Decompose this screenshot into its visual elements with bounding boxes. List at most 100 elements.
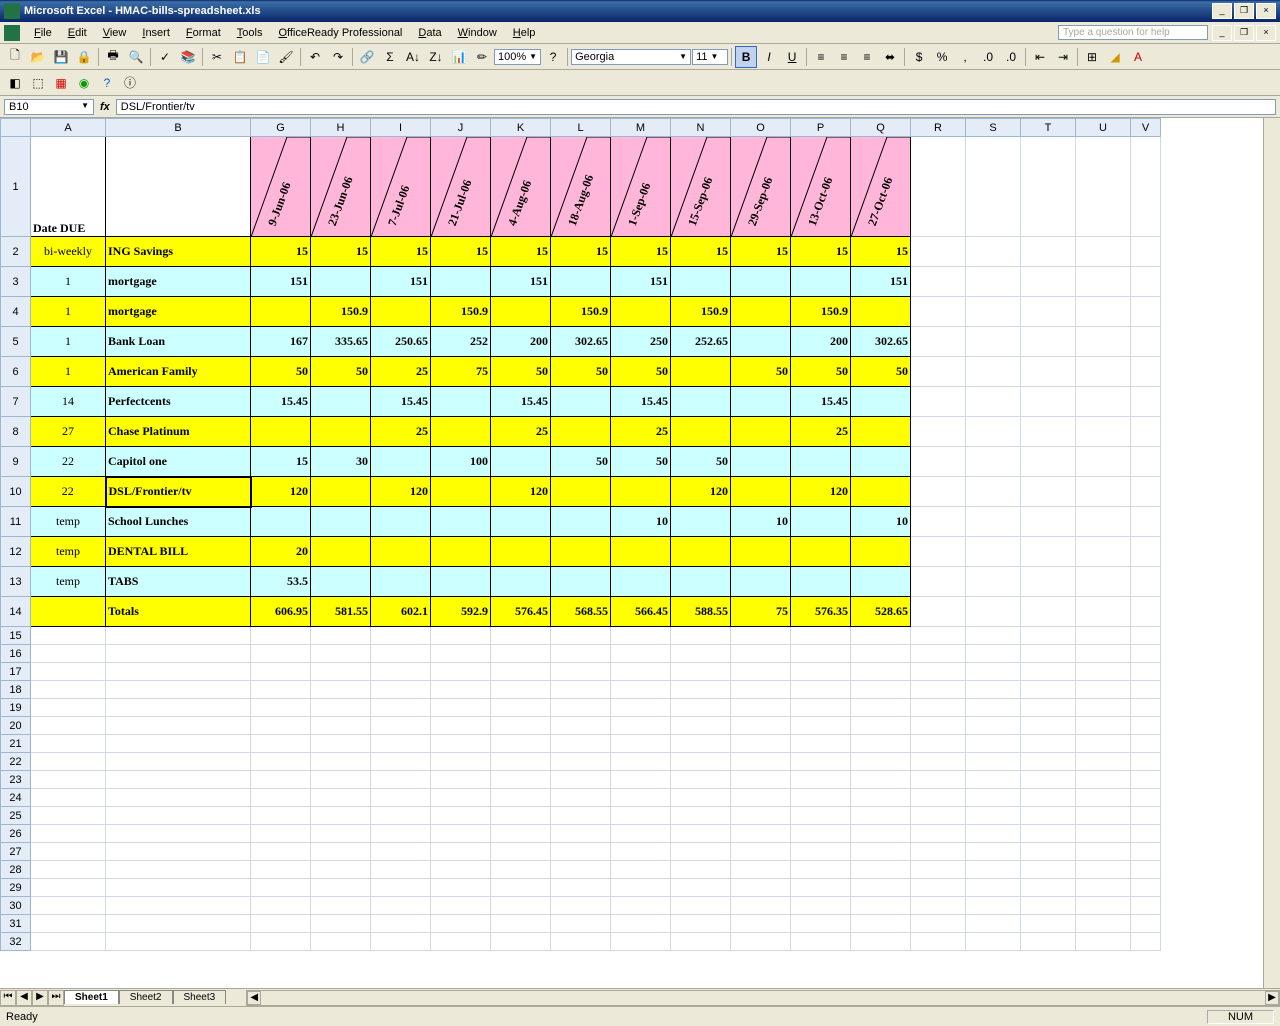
- cell-T32[interactable]: [1021, 933, 1076, 951]
- cell-J16[interactable]: [431, 645, 491, 663]
- cell-P25[interactable]: [791, 807, 851, 825]
- cell-J23[interactable]: [431, 771, 491, 789]
- cell-M21[interactable]: [611, 735, 671, 753]
- cell-S9[interactable]: [966, 447, 1021, 477]
- cell-P27[interactable]: [791, 843, 851, 861]
- row-header-1[interactable]: 1: [1, 137, 31, 237]
- cell-Q5[interactable]: 302.65: [851, 327, 911, 357]
- cell-R20[interactable]: [911, 717, 966, 735]
- cell-M24[interactable]: [611, 789, 671, 807]
- date-header-3[interactable]: 21-Jul-06: [431, 137, 491, 237]
- cell-I13[interactable]: [371, 567, 431, 597]
- row-header-22[interactable]: 22: [1, 753, 31, 771]
- cell-V14[interactable]: [1131, 597, 1161, 627]
- cell-M19[interactable]: [611, 699, 671, 717]
- cell-A28[interactable]: [31, 861, 106, 879]
- cell-J12[interactable]: [431, 537, 491, 567]
- col-header-S[interactable]: S: [966, 119, 1021, 137]
- cell-N14[interactable]: 588.55: [671, 597, 731, 627]
- tool-4[interactable]: ◉: [73, 72, 95, 94]
- cell-I8[interactable]: 25: [371, 417, 431, 447]
- cell-V32[interactable]: [1131, 933, 1161, 951]
- cell-P23[interactable]: [791, 771, 851, 789]
- cell-N24[interactable]: [671, 789, 731, 807]
- cell-Q23[interactable]: [851, 771, 911, 789]
- cell-U13[interactable]: [1076, 567, 1131, 597]
- cell-B12[interactable]: DENTAL BILL: [106, 537, 251, 567]
- cell-G6[interactable]: 50: [251, 357, 311, 387]
- percent-button[interactable]: %: [931, 46, 953, 68]
- cell-Q28[interactable]: [851, 861, 911, 879]
- cell-U28[interactable]: [1076, 861, 1131, 879]
- date-header-4[interactable]: 4-Aug-06: [491, 137, 551, 237]
- cell-J18[interactable]: [431, 681, 491, 699]
- cell-U21[interactable]: [1076, 735, 1131, 753]
- cell-Q15[interactable]: [851, 627, 911, 645]
- cell-O15[interactable]: [731, 627, 791, 645]
- cell-A7[interactable]: 14: [31, 387, 106, 417]
- cell-G32[interactable]: [251, 933, 311, 951]
- cell-L14[interactable]: 568.55: [551, 597, 611, 627]
- cell-R9[interactable]: [911, 447, 966, 477]
- cell-J21[interactable]: [431, 735, 491, 753]
- cell-U11[interactable]: [1076, 507, 1131, 537]
- cell-Q26[interactable]: [851, 825, 911, 843]
- cell-I15[interactable]: [371, 627, 431, 645]
- cell-M10[interactable]: [611, 477, 671, 507]
- cell-Q11[interactable]: 10: [851, 507, 911, 537]
- cell-A10[interactable]: 22: [31, 477, 106, 507]
- row-header-13[interactable]: 13: [1, 567, 31, 597]
- cell-R22[interactable]: [911, 753, 966, 771]
- cell-B14[interactable]: Totals: [106, 597, 251, 627]
- cell-M9[interactable]: 50: [611, 447, 671, 477]
- row-header-15[interactable]: 15: [1, 627, 31, 645]
- cell-A9[interactable]: 22: [31, 447, 106, 477]
- cell-I19[interactable]: [371, 699, 431, 717]
- cell-A32[interactable]: [31, 933, 106, 951]
- cell-R11[interactable]: [911, 507, 966, 537]
- menu-insert[interactable]: Insert: [134, 25, 178, 41]
- cell-V25[interactable]: [1131, 807, 1161, 825]
- cell-K15[interactable]: [491, 627, 551, 645]
- cell-G30[interactable]: [251, 897, 311, 915]
- cell-R1[interactable]: [911, 137, 966, 237]
- cell-R18[interactable]: [911, 681, 966, 699]
- fill-color-button[interactable]: ◢: [1104, 46, 1126, 68]
- cell-H5[interactable]: 335.65: [311, 327, 371, 357]
- cell-P29[interactable]: [791, 879, 851, 897]
- cell-V13[interactable]: [1131, 567, 1161, 597]
- cell-I4[interactable]: [371, 297, 431, 327]
- cell-R26[interactable]: [911, 825, 966, 843]
- cell-L27[interactable]: [551, 843, 611, 861]
- cell-V31[interactable]: [1131, 915, 1161, 933]
- cell-H14[interactable]: 581.55: [311, 597, 371, 627]
- cell-O21[interactable]: [731, 735, 791, 753]
- cell-U19[interactable]: [1076, 699, 1131, 717]
- hyperlink-button[interactable]: 🔗: [356, 46, 378, 68]
- cell-J17[interactable]: [431, 663, 491, 681]
- sheet-tab-sheet3[interactable]: Sheet3: [173, 990, 227, 1004]
- cell-V28[interactable]: [1131, 861, 1161, 879]
- cell-T14[interactable]: [1021, 597, 1076, 627]
- doc-restore-button[interactable]: ❐: [1234, 25, 1254, 41]
- cell-U27[interactable]: [1076, 843, 1131, 861]
- cell-J10[interactable]: [431, 477, 491, 507]
- cell-J4[interactable]: 150.9: [431, 297, 491, 327]
- cell-B25[interactable]: [106, 807, 251, 825]
- cell-G3[interactable]: 151: [251, 267, 311, 297]
- cell-R23[interactable]: [911, 771, 966, 789]
- cell-M8[interactable]: 25: [611, 417, 671, 447]
- col-header-A[interactable]: A: [31, 119, 106, 137]
- cell-I24[interactable]: [371, 789, 431, 807]
- tool-1[interactable]: ◧: [4, 72, 26, 94]
- cell-B1[interactable]: [106, 137, 251, 237]
- bold-button[interactable]: B: [735, 46, 757, 68]
- cell-S13[interactable]: [966, 567, 1021, 597]
- cell-R21[interactable]: [911, 735, 966, 753]
- cell-T4[interactable]: [1021, 297, 1076, 327]
- cell-H21[interactable]: [311, 735, 371, 753]
- cell-P15[interactable]: [791, 627, 851, 645]
- cell-P21[interactable]: [791, 735, 851, 753]
- cell-R25[interactable]: [911, 807, 966, 825]
- cell-U8[interactable]: [1076, 417, 1131, 447]
